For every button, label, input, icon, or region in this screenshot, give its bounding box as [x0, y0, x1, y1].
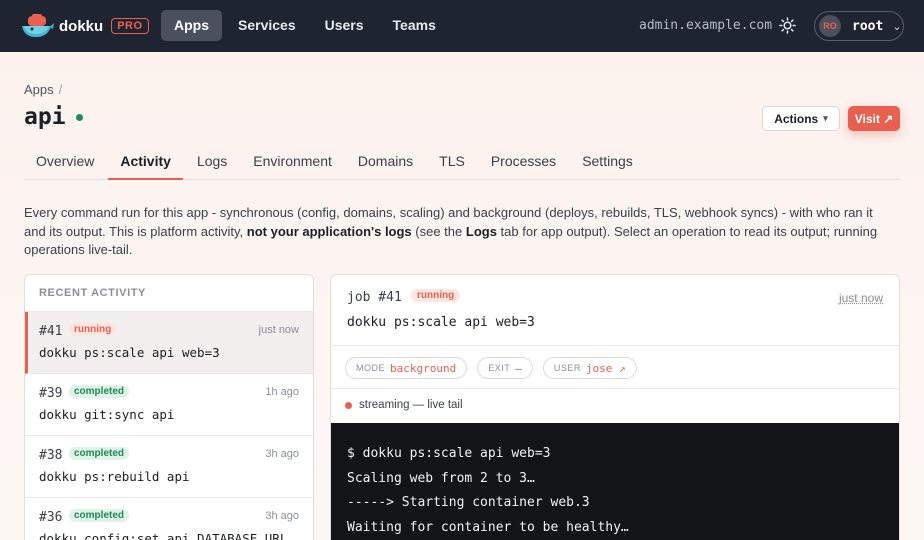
- tab-tls[interactable]: TLS: [427, 143, 477, 180]
- top-bar: dokku PRO Apps Services Users Teams admi…: [0, 0, 924, 52]
- tab-settings[interactable]: Settings: [570, 143, 645, 180]
- chevron-down-icon: ▾: [823, 113, 828, 124]
- status-badge: running: [69, 323, 116, 336]
- brand-logo[interactable]: dokku PRO: [20, 13, 149, 39]
- pro-badge: PRO: [111, 18, 148, 34]
- job-time: just now: [839, 291, 883, 305]
- chip-value: —: [515, 362, 522, 375]
- chip-value: jose ↗: [586, 362, 626, 375]
- breadcrumb: Apps /: [24, 82, 62, 97]
- activity-time: just now: [259, 324, 299, 336]
- whale-logo-icon: [20, 13, 54, 39]
- user-name: root: [852, 19, 883, 34]
- chevron-down-icon: ⌄: [892, 20, 901, 33]
- status-badge: completed: [69, 447, 129, 460]
- nav-teams[interactable]: Teams: [380, 10, 449, 41]
- nav-users[interactable]: Users: [312, 10, 377, 41]
- terminal-line: $ dokku ps:scale api web=3: [347, 442, 885, 467]
- chip-value: background: [390, 362, 456, 375]
- list-item[interactable]: #36 completed 3h ago dokku config:set ap…: [25, 498, 313, 540]
- desc-bold-1: not your application's logs: [247, 224, 412, 239]
- recent-activity-heading: RECENT ACTIVITY: [25, 275, 313, 312]
- tab-overview[interactable]: Overview: [24, 143, 106, 180]
- recent-activity-panel: RECENT ACTIVITY #41 running just now dok…: [24, 274, 314, 540]
- job-command: dokku ps:scale api web=3: [347, 315, 535, 330]
- divider: [331, 388, 900, 389]
- desc-bold-logs: Logs: [466, 224, 497, 239]
- page-title: api: [24, 104, 66, 130]
- desc-text-2: (see the: [412, 224, 466, 239]
- terminal-line: Scaling web from 2 to 3…: [347, 467, 885, 492]
- host-name: admin.example.com: [639, 18, 772, 33]
- nav-services[interactable]: Services: [225, 10, 309, 41]
- list-item[interactable]: #41 running just now dokku ps:scale api …: [25, 312, 313, 374]
- visit-button[interactable]: Visit ↗: [848, 106, 900, 131]
- mode-chip: MODE background: [345, 357, 467, 379]
- brand-name: dokku: [59, 18, 103, 35]
- activity-time: 1h ago: [265, 386, 299, 398]
- activity-description: Every command run for this app - synchro…: [24, 204, 894, 260]
- actions-button[interactable]: Actions ▾: [762, 106, 840, 131]
- tab-activity[interactable]: Activity: [108, 143, 183, 180]
- activity-id: #38: [39, 448, 62, 463]
- user-menu[interactable]: RO root ⌄: [814, 11, 904, 41]
- tab-logs[interactable]: Logs: [185, 143, 239, 180]
- sun-icon[interactable]: [779, 17, 796, 34]
- activity-command: dokku ps:scale api web=3: [39, 345, 220, 360]
- terminal-line: Waiting for container to be healthy…: [347, 516, 885, 540]
- exit-chip: EXIT —: [477, 357, 533, 379]
- tab-domains[interactable]: Domains: [346, 143, 425, 180]
- activity-id: #36: [39, 510, 62, 525]
- status-badge: completed: [69, 509, 129, 522]
- main-nav: Apps Services Users Teams: [161, 10, 452, 41]
- job-meta-chips: MODE background EXIT — USER jose ↗: [345, 357, 647, 379]
- app-tabs: Overview Activity Logs Environment Domai…: [24, 143, 900, 180]
- status-badge: completed: [69, 385, 129, 398]
- tab-environment[interactable]: Environment: [241, 143, 344, 180]
- chip-label: EXIT: [488, 363, 510, 373]
- list-item[interactable]: #38 completed 3h ago dokku ps:rebuild ap…: [25, 436, 313, 498]
- nav-apps[interactable]: Apps: [161, 10, 222, 41]
- terminal-output[interactable]: $ dokku ps:scale api web=3 Scaling web f…: [331, 423, 900, 540]
- activity-time: 3h ago: [265, 448, 299, 460]
- list-item[interactable]: #39 completed 1h ago dokku git:sync api: [25, 374, 313, 436]
- activity-command: dokku config:set api DATABASE_URL: [39, 531, 287, 540]
- user-chip[interactable]: USER jose ↗: [543, 357, 637, 379]
- activity-command: dokku ps:rebuild api: [39, 469, 190, 484]
- avatar: RO: [819, 15, 841, 37]
- status-badge: running: [411, 289, 460, 302]
- chip-label: USER: [554, 363, 581, 373]
- activity-id: #41: [39, 324, 62, 339]
- live-dot-icon: [345, 402, 352, 409]
- divider: [331, 345, 900, 346]
- job-title: job #41: [347, 290, 402, 305]
- tab-processes[interactable]: Processes: [479, 143, 568, 180]
- stream-label: streaming — live tail: [359, 399, 463, 411]
- activity-id: #39: [39, 386, 62, 401]
- chip-label: MODE: [356, 363, 385, 373]
- activity-command: dokku git:sync api: [39, 407, 174, 422]
- actions-label: Actions: [774, 112, 818, 126]
- breadcrumb-separator: /: [59, 82, 63, 97]
- activity-time: 3h ago: [265, 510, 299, 522]
- breadcrumb-apps[interactable]: Apps: [24, 82, 54, 97]
- job-detail-panel: job #41 running just now dokku ps:scale …: [330, 274, 900, 540]
- app-status-dot: [76, 114, 83, 121]
- stream-status: streaming — live tail: [345, 399, 463, 411]
- terminal-line: -----> Starting container web.3: [347, 491, 885, 516]
